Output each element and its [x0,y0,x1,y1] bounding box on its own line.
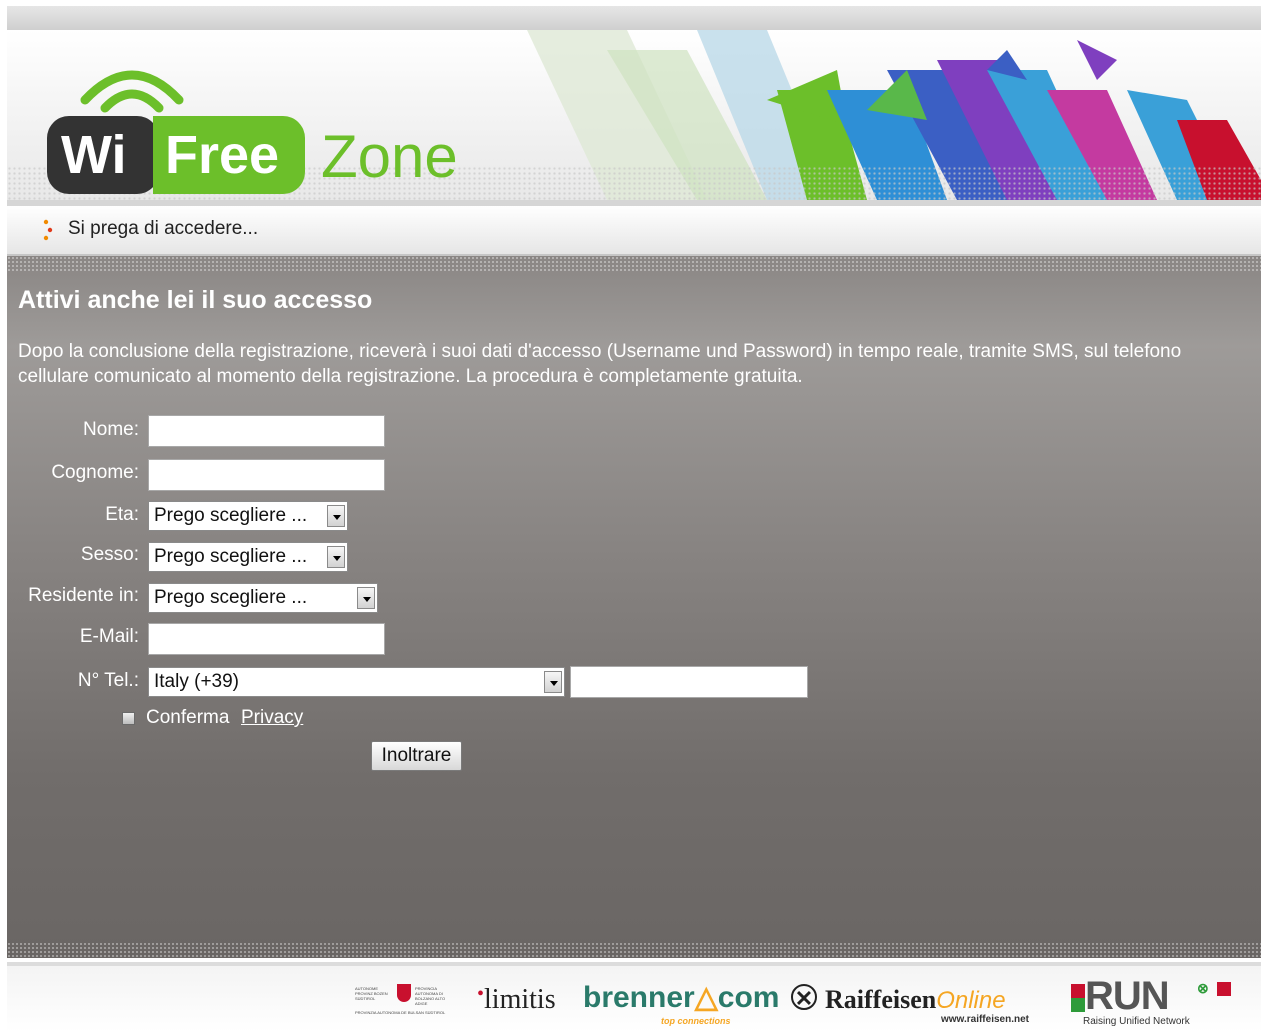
logo-free-block: Free [153,116,305,194]
privacy-confirm-label: Conferma [146,707,230,728]
submit-button[interactable]: Inoltrare [371,741,462,771]
sesso-select-value: Prego scegliere ... [154,546,308,567]
provincia-bolzano-logo: AUTONOME PROVINZ BOZEN SÜDTIROL PROVINCI… [355,984,446,1015]
login-notice-bar: Si prega di accedere... [7,206,1261,256]
eta-select-value: Prego scegliere ... [154,505,308,526]
coat-of-arms-icon [397,984,411,1002]
registration-panel: Attivi anche lei il suo accesso Dopo la … [7,256,1261,958]
email-input[interactable] [148,623,385,655]
tel-number-input[interactable] [570,666,808,698]
login-notice-text: Si prega di accedere... [68,218,259,239]
brenner-text: brenner [583,981,695,1014]
tel-country-value: Italy (+39) [154,671,240,692]
sesso-select[interactable]: Prego scegliere ... [148,542,348,572]
chevron-down-icon[interactable] [327,546,345,568]
panel-dot-pattern-bottom [7,942,1261,958]
sponsor-footer: AUTONOME PROVINZ BOZEN SÜDTIROL PROVINCI… [7,962,1261,1032]
registration-title: Attivi anche lei il suo accesso [18,286,373,314]
chevron-down-icon[interactable] [357,587,375,609]
cognome-input[interactable] [148,459,385,491]
run-flag-green [1071,998,1085,1012]
chevron-down-icon[interactable] [327,505,345,527]
run-text: RUN [1085,974,1170,1018]
raiffeisen-url: www.raiffeisen.net [941,1014,1029,1025]
brennercom-logo: brenner△com top connections [583,981,780,1026]
brenner-com-text: com [717,981,780,1014]
nome-label: Nome: [83,419,139,440]
raiffeisen-online-text: Online [936,987,1006,1014]
sesso-label: Sesso: [80,544,139,565]
eta-label: Eta: [105,504,139,525]
raiffeisen-cross-icon: ✕ [791,984,817,1011]
registration-description: Dopo la conclusione della registrazione,… [18,341,1182,387]
limitis-text: limitis [484,984,556,1015]
privacy-link[interactable]: Privacy [241,707,303,729]
header-banner: Wi Free Zone [7,30,1261,200]
logo-free-text: Free [165,125,280,185]
run-tagline: Raising Unified Network [1083,1016,1190,1027]
raiffeisen-text: Raiffeisen [825,985,937,1014]
cognome-label: Cognome: [51,462,139,483]
raiffeisen-online-logo: ✕ RaiffeisenOnline www.raiffeisen.net [791,984,1029,1025]
wifi-signal-icon [80,70,184,113]
tel-country-select[interactable]: Italy (+39) [148,667,565,697]
dots-bullet-icon [43,219,53,241]
top-strip [7,6,1261,30]
tyrol-flag-icon [1217,982,1231,996]
residente-select[interactable]: Prego scegliere ... [148,583,378,613]
run-symbol-icon: ⊗ [1197,980,1209,996]
logo-zone-text: Zone [321,123,458,190]
brenner-tagline: top connections [661,1016,731,1026]
nome-input[interactable] [148,415,385,447]
residente-label: Residente in: [28,585,139,606]
run-logo: RUN ⊗ Raising Unified Network [1071,974,1251,1028]
email-label: E-Mail: [79,626,139,647]
logo-wi-text: Wi [61,125,127,185]
logo-wi-block: Wi [47,116,159,194]
residente-select-value: Prego scegliere ... [154,587,308,608]
tel-label: N° Tel.: [77,670,139,691]
privacy-checkbox[interactable] [122,712,135,725]
chevron-down-icon[interactable] [544,671,562,693]
limitis-logo: •limitis [477,983,556,1015]
panel-dot-pattern-top [7,256,1261,272]
eta-select[interactable]: Prego scegliere ... [148,501,348,531]
